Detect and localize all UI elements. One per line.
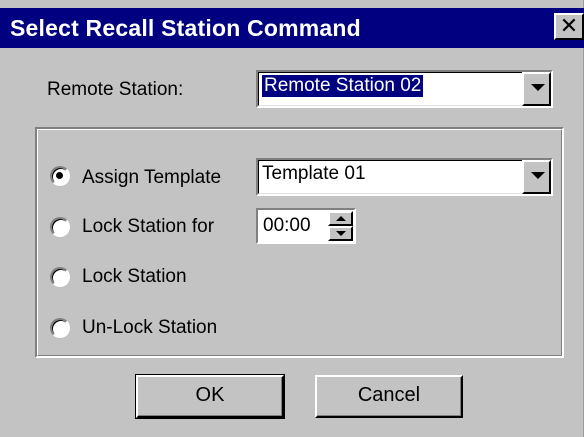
title-bar[interactable]: Select Recall Station Command [0,8,584,48]
window-title: Select Recall Station Command [10,15,361,41]
lock-station-for-label[interactable]: Lock Station for [82,216,214,238]
lock-duration-stepper[interactable]: 00:00 [256,208,356,244]
arrow-up-icon[interactable] [328,211,353,226]
radio-assign-template[interactable] [50,166,70,186]
select-recall-station-dialog: Select Recall Station Command ✕ Remote S… [0,0,584,437]
assign-template-label[interactable]: Assign Template [82,167,221,189]
lock-duration-value: 00:00 [263,215,311,236]
ok-button[interactable]: OK [135,374,285,419]
radio-unlock-station[interactable] [50,318,70,338]
remote-station-label: Remote Station: [47,79,184,100]
chevron-down-icon[interactable] [522,160,551,194]
radio-lock-station[interactable] [50,267,70,287]
radio-lock-station-for[interactable] [50,217,70,237]
close-button[interactable]: ✕ [554,13,584,40]
template-value: Template 01 [262,163,366,184]
arrow-down-icon[interactable] [328,226,353,241]
close-icon: ✕ [559,13,579,38]
remote-station-value: Remote Station 02 [262,75,424,97]
chevron-down-icon[interactable] [522,72,551,106]
unlock-station-label[interactable]: Un-Lock Station [82,317,217,339]
remote-station-select[interactable]: Remote Station 02 [256,70,553,108]
template-select[interactable]: Template 01 [256,158,553,196]
lock-station-label[interactable]: Lock Station [82,266,187,288]
cancel-button[interactable]: Cancel [315,375,463,418]
